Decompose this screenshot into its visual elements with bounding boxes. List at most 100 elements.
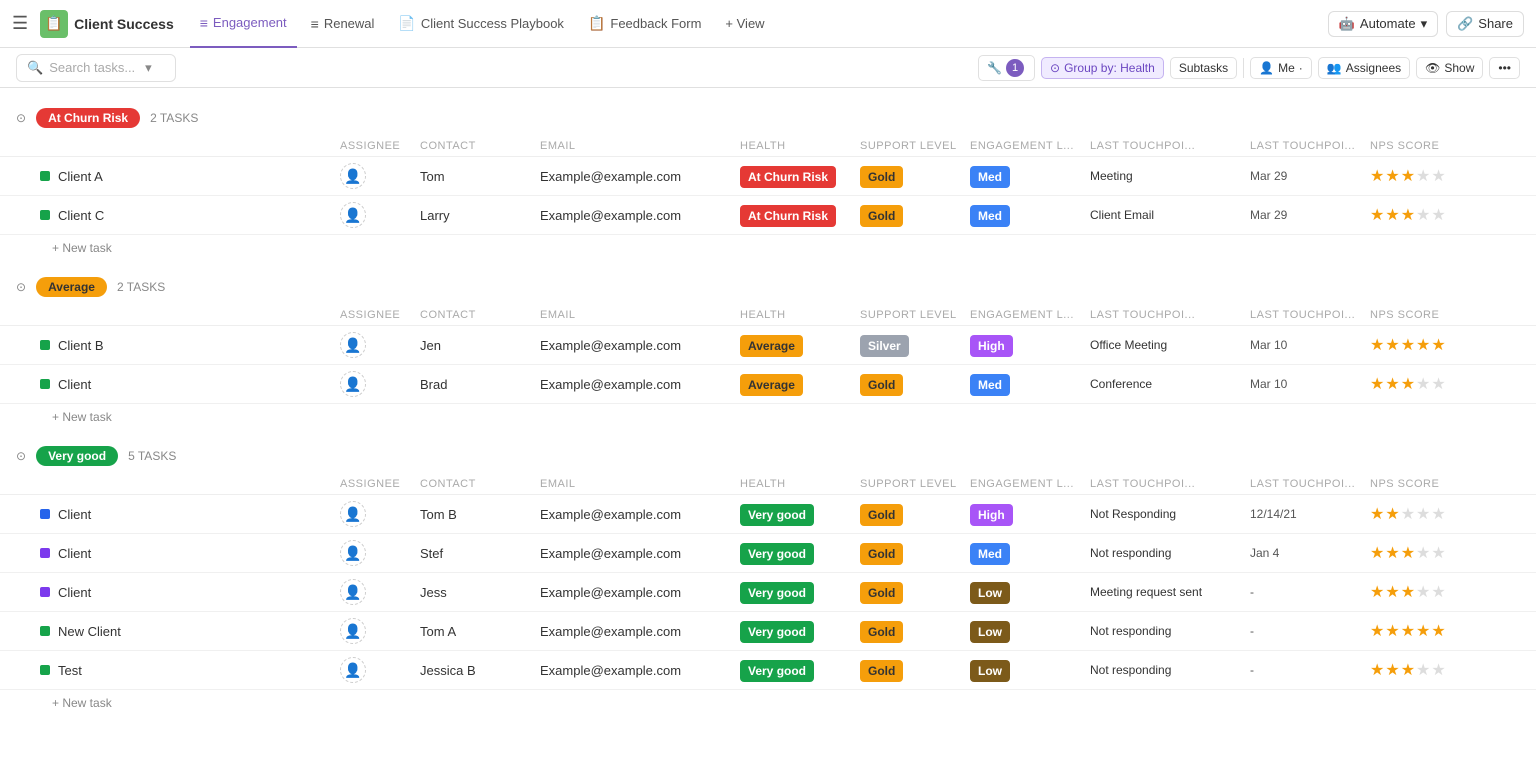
group-average-header: ⊙ Average 2 TASKS (0, 269, 1536, 305)
table-row[interactable]: New Client 👤 Tom A Example@example.com V… (0, 612, 1536, 651)
task-dot (40, 210, 50, 220)
contact-cell: Jess (416, 585, 536, 600)
group-by-button[interactable]: ⊙ Group by: Health (1041, 57, 1164, 79)
table-row[interactable]: Test 👤 Jessica B Example@example.com Ver… (0, 651, 1536, 690)
search-box[interactable]: 🔍 Search tasks... ▾ (16, 54, 176, 82)
star-icon: ★ (1385, 582, 1399, 602)
assignees-icon: 👥 (1327, 61, 1342, 75)
col-touchpoint2: LAST TOUCHPOI... (1246, 309, 1366, 321)
new-task-button[interactable]: + New task (0, 235, 1536, 261)
date-cell: - (1246, 663, 1366, 677)
email-cell: Example@example.com (536, 338, 736, 353)
renewal-icon: ≡ (311, 16, 319, 32)
email-cell: Example@example.com (536, 663, 736, 678)
email-cell: Example@example.com (536, 169, 736, 184)
touchpoint-cell: Meeting request sent (1086, 585, 1246, 599)
support-cell: Gold (856, 208, 966, 223)
star-icon: ★ (1416, 582, 1430, 602)
new-task-button[interactable]: + New task (0, 404, 1536, 430)
touchpoint-cell: Client Email (1086, 208, 1246, 222)
chevron-down-icon: ▾ (145, 60, 152, 76)
col-assignee: ASSIGNEE (336, 140, 416, 152)
star-icon: ★ (1431, 166, 1445, 186)
filter-button[interactable]: 🔧 1 (978, 55, 1035, 81)
group-average-chevron[interactable]: ⊙ (16, 280, 26, 294)
tab-renewal[interactable]: ≡ Renewal (301, 0, 385, 48)
contact-cell: Larry (416, 208, 536, 223)
col-touchpoint1: LAST TOUCHPOI... (1086, 478, 1246, 490)
subtasks-button[interactable]: Subtasks (1170, 57, 1237, 79)
star-icon: ★ (1401, 660, 1415, 680)
health-cell: At Churn Risk (736, 208, 856, 223)
search-icon: 🔍 (27, 60, 43, 76)
table-row[interactable]: Client A 👤 Tom Example@example.com At Ch… (0, 157, 1536, 196)
star-icon: ★ (1385, 543, 1399, 563)
task-dot (40, 379, 50, 389)
engagement-cell: Med (966, 377, 1086, 392)
group-verygood-header: ⊙ Very good 5 TASKS (0, 438, 1536, 474)
star-icon: ★ (1370, 543, 1384, 563)
star-icon: ★ (1431, 335, 1445, 355)
contact-cell: Tom (416, 169, 536, 184)
support-cell: Gold (856, 507, 966, 522)
table-row[interactable]: Client B 👤 Jen Example@example.com Avera… (0, 326, 1536, 365)
support-cell: Gold (856, 585, 966, 600)
col-email: EMAIL (536, 478, 736, 490)
share-button[interactable]: 🔗 Share (1446, 11, 1524, 37)
email-cell: Example@example.com (536, 208, 736, 223)
table-row[interactable]: Client 👤 Stef Example@example.com Very g… (0, 534, 1536, 573)
assignees-button[interactable]: 👥 Assignees (1318, 57, 1410, 79)
task-name: Client C (36, 208, 336, 223)
support-cell: Gold (856, 377, 966, 392)
date-cell: Mar 10 (1246, 377, 1366, 391)
assignee-avatar: 👤 (340, 579, 366, 605)
col-email: EMAIL (536, 309, 736, 321)
assignee-cell: 👤 (336, 540, 416, 566)
engagement-cell: High (966, 507, 1086, 522)
new-task-button[interactable]: + New task (0, 690, 1536, 716)
show-button[interactable]: 👁 Show (1416, 57, 1483, 79)
assignee-avatar: 👤 (340, 371, 366, 397)
table-row[interactable]: Client 👤 Jess Example@example.com Very g… (0, 573, 1536, 612)
tab-playbook[interactable]: 📄 Client Success Playbook (388, 0, 574, 48)
star-icon: ★ (1416, 166, 1430, 186)
group-churn: ⊙ At Churn Risk 2 TASKS ASSIGNEE CONTACT… (0, 100, 1536, 261)
engagement-cell: Med (966, 169, 1086, 184)
table-row[interactable]: Client C 👤 Larry Example@example.com At … (0, 196, 1536, 235)
assignee-cell: 👤 (336, 371, 416, 397)
more-button[interactable]: ••• (1489, 57, 1520, 79)
star-icon: ★ (1401, 335, 1415, 355)
col-support: SUPPORT LEVEL (856, 309, 966, 321)
dot-icon: · (1299, 61, 1303, 75)
star-icon: ★ (1370, 374, 1384, 394)
engagement-cell: Med (966, 208, 1086, 223)
assignee-cell: 👤 (336, 202, 416, 228)
star-icon: ★ (1401, 205, 1415, 225)
table-row[interactable]: Client 👤 Tom B Example@example.com Very … (0, 495, 1536, 534)
me-button[interactable]: 👤 Me · (1250, 57, 1312, 79)
task-dot (40, 626, 50, 636)
col-name (36, 140, 336, 152)
col-touchpoint1: LAST TOUCHPOI... (1086, 140, 1246, 152)
email-cell: Example@example.com (536, 546, 736, 561)
assignee-cell: 👤 (336, 501, 416, 527)
table-row[interactable]: Client 👤 Brad Example@example.com Averag… (0, 365, 1536, 404)
email-cell: Example@example.com (536, 585, 736, 600)
group-churn-chevron[interactable]: ⊙ (16, 111, 26, 125)
automate-button[interactable]: 🤖 Automate ▾ (1328, 11, 1438, 37)
app-title: Client Success (74, 16, 174, 32)
toolbar: 🔍 Search tasks... ▾ 🔧 1 ⊙ Group by: Heal… (0, 48, 1536, 88)
group-verygood-chevron[interactable]: ⊙ (16, 449, 26, 463)
filter-icon: 🔧 (987, 61, 1002, 75)
hamburger-icon[interactable]: ☰ (12, 13, 28, 34)
col-contact: CONTACT (416, 309, 536, 321)
col-email: EMAIL (536, 140, 736, 152)
touchpoint-cell: Conference (1086, 377, 1246, 391)
star-icon: ★ (1385, 166, 1399, 186)
tab-view[interactable]: + View (715, 0, 774, 48)
tab-feedback[interactable]: 📋 Feedback Form (578, 0, 711, 48)
group-verygood: ⊙ Very good 5 TASKS ASSIGNEE CONTACT EMA… (0, 438, 1536, 716)
tab-engagement[interactable]: ≡ Engagement (190, 0, 297, 48)
contact-cell: Jessica B (416, 663, 536, 678)
assignee-cell: 👤 (336, 657, 416, 683)
